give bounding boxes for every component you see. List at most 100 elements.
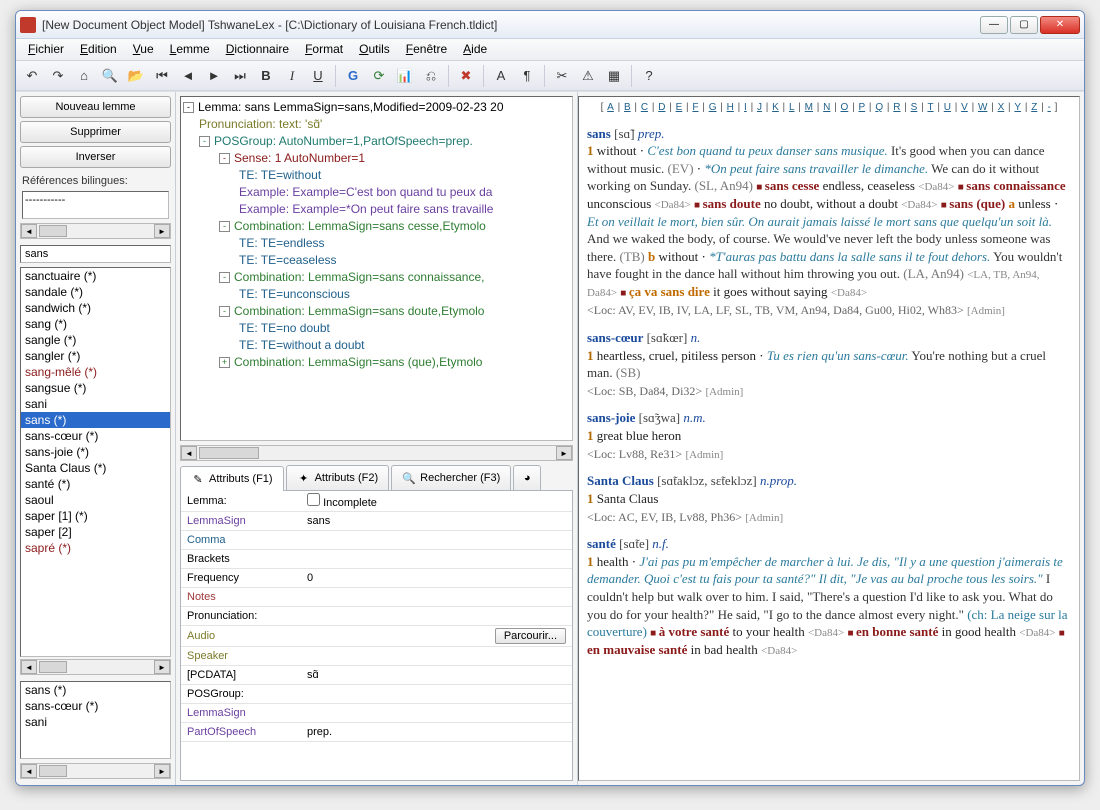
partofspeech-input[interactable] — [307, 726, 566, 738]
tree-node[interactable]: Pronunciation: text: 'sɑ̃' — [183, 116, 570, 133]
next-button[interactable]: ► — [202, 64, 226, 88]
tree-hscroll[interactable]: ◄ ► — [180, 445, 573, 461]
menu-format[interactable]: Format — [297, 39, 351, 60]
tree-node[interactable]: -Combination: LemmaSign=sans cesse,Etymo… — [183, 218, 570, 235]
lemma-item[interactable]: sani — [21, 396, 170, 412]
help-button[interactable]: ? — [637, 64, 661, 88]
alpha-link[interactable]: E — [676, 102, 683, 113]
invert-button[interactable]: Inverser — [20, 146, 171, 168]
alpha-link[interactable]: K — [772, 102, 779, 113]
maximize-button[interactable]: ▢ — [1010, 16, 1038, 34]
tab-rechercher-f3[interactable]: 🔍Rechercher (F3) — [391, 465, 511, 490]
refresh-button[interactable]: ⟳ — [367, 64, 391, 88]
pcdata-input[interactable] — [307, 669, 566, 681]
attr-value-input[interactable] — [307, 572, 566, 584]
lemma-item[interactable]: sandwich (*) — [21, 300, 170, 316]
tree-toggle-icon[interactable]: + — [219, 357, 230, 368]
alpha-link[interactable]: I — [744, 102, 747, 113]
menu-vue[interactable]: Vue — [125, 39, 162, 60]
lemma-item[interactable]: sapré (*) — [21, 540, 170, 556]
underline-button[interactable]: U — [306, 64, 330, 88]
scroll-right-icon[interactable]: ► — [154, 660, 170, 674]
alpha-link[interactable]: W — [978, 102, 987, 113]
menu-aide[interactable]: Aide — [455, 39, 495, 60]
tree-node[interactable]: +Combination: LemmaSign=sans (que),Etymo… — [183, 354, 570, 371]
tab-attributs-f1[interactable]: ✎Attributs (F1) — [180, 466, 284, 491]
scroll-thumb[interactable] — [199, 447, 259, 459]
structure-tree[interactable]: -Lemma: sans LemmaSign=sans,Modified=200… — [180, 96, 573, 441]
alpha-link[interactable]: L — [789, 102, 795, 113]
lemma-item[interactable]: sanctuaire (*) — [21, 268, 170, 284]
lemma-item[interactable]: saper [1] (*) — [21, 508, 170, 524]
alpha-link[interactable]: Q — [875, 102, 883, 113]
warn-button[interactable]: ⚠ — [576, 64, 600, 88]
lemma-small-item[interactable]: sans-cœur (*) — [21, 698, 170, 714]
back-button[interactable]: ↶ — [20, 64, 44, 88]
tree-node[interactable]: TE: TE=ceaseless — [183, 252, 570, 269]
alpha-link[interactable]: H — [727, 102, 734, 113]
scroll-right-icon[interactable]: ► — [154, 224, 170, 238]
alpha-link[interactable]: D — [658, 102, 665, 113]
italic-button[interactable]: I — [280, 64, 304, 88]
alpha-link[interactable]: Z — [1031, 102, 1037, 113]
alpha-link[interactable]: B — [624, 102, 631, 113]
tree-toggle-icon[interactable]: - — [219, 272, 230, 283]
tree-node[interactable]: TE: TE=without a doubt — [183, 337, 570, 354]
lemma-item[interactable]: santé (*) — [21, 476, 170, 492]
menu-outils[interactable]: Outils — [351, 39, 398, 60]
alpha-link[interactable]: N — [823, 102, 830, 113]
google-button[interactable]: G — [341, 64, 365, 88]
lemma-item[interactable]: sans-cœur (*) — [21, 428, 170, 444]
tree-node[interactable]: TE: TE=without — [183, 167, 570, 184]
scroll-thumb[interactable] — [39, 225, 67, 237]
menu-fenêtre[interactable]: Fenêtre — [398, 39, 455, 60]
incomplete-checkbox[interactable] — [307, 493, 320, 506]
alpha-link[interactable]: Y — [1014, 102, 1021, 113]
tree-node[interactable]: TE: TE=endless — [183, 235, 570, 252]
end-button[interactable]: ⏭ — [228, 64, 252, 88]
menu-dictionnaire[interactable]: Dictionnaire — [218, 39, 297, 60]
delete-button[interactable]: ✖ — [454, 64, 478, 88]
begin-button[interactable]: ⏮ — [150, 64, 174, 88]
alpha-link[interactable]: F — [692, 102, 698, 113]
attr-value-input[interactable] — [307, 515, 566, 527]
prev-button[interactable]: ◄ — [176, 64, 200, 88]
alpha-link[interactable]: J — [757, 102, 762, 113]
alpha-link[interactable]: O — [841, 102, 849, 113]
lemma-hscroll[interactable]: ◄ ► — [20, 659, 171, 675]
lemma-small-item[interactable]: sani — [21, 714, 170, 730]
attr-value-input[interactable] — [307, 591, 566, 603]
tree-node[interactable]: -Lemma: sans LemmaSign=sans,Modified=200… — [183, 99, 570, 116]
alpha-link[interactable]: C — [641, 102, 648, 113]
tree-node[interactable]: TE: TE=no doubt — [183, 320, 570, 337]
chart-button[interactable]: 📊 — [393, 64, 417, 88]
menu-fichier[interactable]: Fichier — [20, 39, 72, 60]
tree-toggle-icon[interactable]: - — [199, 136, 210, 147]
attr-value-input[interactable] — [307, 553, 566, 565]
tree-node[interactable]: Example: Example=*On peut faire sans tra… — [183, 201, 570, 218]
alpha-link[interactable]: - — [1047, 102, 1050, 113]
font-button[interactable]: A — [489, 64, 513, 88]
minimize-button[interactable]: — — [980, 16, 1008, 34]
home-button[interactable]: ⌂ — [72, 64, 96, 88]
attr-value-input[interactable] — [307, 534, 566, 546]
alpha-link[interactable]: T — [927, 102, 933, 113]
scroll-thumb[interactable] — [39, 765, 67, 777]
scroll-left-icon[interactable]: ◄ — [21, 224, 37, 238]
delete-lemma-button[interactable]: Supprimer — [20, 121, 171, 143]
cut-button[interactable]: ✂ — [550, 64, 574, 88]
lemma-item[interactable]: saper [2] — [21, 524, 170, 540]
forward-button[interactable]: ↷ — [46, 64, 70, 88]
open-button[interactable]: 📂 — [124, 64, 148, 88]
tree-toggle-icon[interactable]: - — [183, 102, 194, 113]
alpha-link[interactable]: G — [709, 102, 717, 113]
tree-node[interactable]: -Sense: 1 AutoNumber=1 — [183, 150, 570, 167]
search-button[interactable]: 🔍 — [98, 64, 122, 88]
alpha-link[interactable]: S — [911, 102, 918, 113]
refs-hscroll[interactable]: ◄ ► — [20, 223, 171, 239]
scroll-left-icon[interactable]: ◄ — [181, 446, 197, 460]
tree-node[interactable]: -POSGroup: AutoNumber=1,PartOfSpeech=pre… — [183, 133, 570, 150]
lemma-item[interactable]: sangler (*) — [21, 348, 170, 364]
scroll-right-icon[interactable]: ► — [154, 764, 170, 778]
alpha-link[interactable]: R — [893, 102, 900, 113]
